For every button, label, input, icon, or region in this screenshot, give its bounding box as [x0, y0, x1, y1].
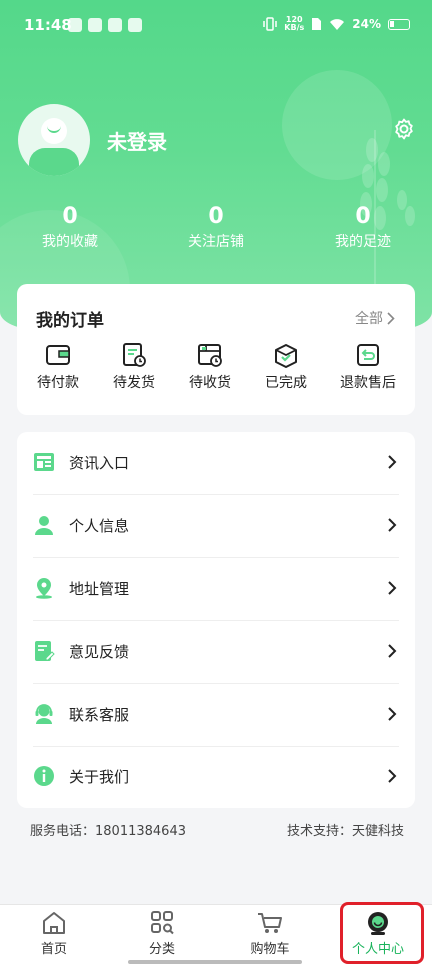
wifi-icon	[330, 18, 345, 30]
menu-item-personal-info[interactable]: 个人信息	[17, 495, 415, 557]
stat-footprints[interactable]: 0 我的足迹	[323, 204, 403, 251]
stat-count: 0	[208, 204, 224, 229]
news-icon	[34, 453, 54, 471]
status-right: 120 KB/s 24%	[263, 16, 410, 32]
orders-all-link[interactable]: 全部	[355, 308, 395, 328]
tab-label: 首页	[40, 942, 67, 957]
menu-label: 意见反馈	[69, 643, 130, 661]
stat-followed-shops[interactable]: 0 关注店铺	[176, 204, 256, 251]
tab-cart[interactable]: 购物车	[216, 911, 324, 957]
avatar-body-icon	[29, 148, 79, 176]
menu-item-feedback[interactable]: 意见反馈	[17, 621, 415, 683]
order-refund-aftersale[interactable]: 退款售后	[330, 342, 406, 392]
chevron-right-icon	[387, 311, 395, 325]
orders-all-label: 全部	[355, 311, 383, 327]
notification-icons	[68, 18, 142, 32]
order-label: 待收货	[189, 375, 231, 391]
sim-icon	[312, 18, 322, 30]
stat-label: 我的收藏	[42, 234, 98, 250]
menu-label: 地址管理	[69, 580, 130, 598]
menu-label: 关于我们	[69, 768, 130, 786]
order-pending-receipt[interactable]: 待收货	[172, 342, 248, 392]
avatar[interactable]	[18, 104, 90, 176]
refund-icon	[357, 344, 379, 366]
net-speed: 120 KB/s	[284, 16, 304, 32]
menu-item-about[interactable]: 关于我们	[17, 746, 415, 808]
category-icon	[151, 911, 174, 935]
order-label: 待付款	[37, 375, 79, 391]
chevron-right-icon	[388, 455, 397, 469]
tab-category[interactable]: 分类	[108, 911, 216, 957]
user-icon	[35, 516, 53, 535]
menu-label: 个人信息	[69, 517, 130, 535]
settings-gear-icon[interactable]	[392, 117, 416, 141]
cart-icon	[258, 913, 282, 933]
notification-app-icon	[128, 18, 142, 32]
menu-item-news[interactable]: 资讯入口	[17, 432, 415, 494]
menu-label: 联系客服	[69, 706, 130, 724]
battery-percent: 24%	[352, 17, 381, 31]
username[interactable]: 未登录	[107, 126, 167, 155]
tab-home[interactable]: 首页	[0, 911, 108, 957]
location-icon	[36, 578, 52, 599]
notification-app-icon	[108, 18, 122, 32]
home-indicator[interactable]	[128, 960, 302, 964]
completed-icon	[275, 344, 297, 368]
tab-label: 购物车	[250, 942, 290, 957]
status-time: 11:48	[24, 16, 72, 34]
feedback-icon	[35, 641, 55, 661]
stat-count: 0	[62, 204, 78, 229]
pending-ship-icon	[123, 343, 146, 367]
notification-app-icon	[88, 18, 102, 32]
menu-item-customer-service[interactable]: 联系客服	[17, 684, 415, 746]
vibrate-icon	[263, 17, 278, 31]
service-phone[interactable]: 服务电话：18011384643	[30, 820, 186, 839]
battery-icon	[388, 18, 410, 30]
net-speed-unit: KB/s	[284, 23, 305, 32]
order-label: 退款售后	[340, 375, 396, 391]
tech-support: 技术支持：天健科技	[286, 824, 404, 839]
order-pending-payment[interactable]: 待付款	[20, 342, 96, 392]
order-label: 待发货	[113, 375, 155, 391]
home-icon	[43, 912, 65, 934]
notification-app-icon	[68, 18, 82, 32]
stat-favorites[interactable]: 0 我的收藏	[30, 204, 110, 251]
tab-label: 分类	[148, 942, 175, 957]
order-label: 已完成	[265, 375, 307, 391]
chevron-right-icon	[388, 707, 397, 721]
chevron-right-icon	[388, 581, 397, 595]
order-completed[interactable]: 已完成	[248, 342, 324, 392]
chevron-right-icon	[388, 518, 397, 532]
active-tab-highlight	[340, 902, 424, 964]
menu-label: 资讯入口	[69, 454, 130, 472]
menu-item-address[interactable]: 地址管理	[17, 558, 415, 620]
orders-title: 我的订单	[36, 311, 104, 331]
orders-card: 我的订单 全部 待付款 待发货 待收货 已完成 退款售后	[17, 284, 415, 415]
stats-row: 0 我的收藏 0 关注店铺 0 我的足迹	[0, 204, 432, 264]
chevron-right-icon	[388, 644, 397, 658]
customer-service-icon	[35, 704, 53, 724]
wallet-icon	[46, 345, 70, 365]
profile-section[interactable]: 未登录	[18, 104, 167, 176]
status-bar: 11:48 120 KB/s 24%	[0, 0, 432, 50]
stat-label: 我的足迹	[335, 234, 391, 250]
order-pending-shipment[interactable]: 待发货	[96, 342, 172, 392]
pending-receive-icon	[198, 344, 222, 367]
menu-card: 资讯入口 个人信息 地址管理 意见反馈 联系客服 关于我们	[17, 432, 415, 808]
stat-label: 关注店铺	[188, 234, 244, 250]
stat-count: 0	[355, 204, 371, 229]
chevron-right-icon	[388, 769, 397, 783]
info-icon	[34, 766, 54, 786]
